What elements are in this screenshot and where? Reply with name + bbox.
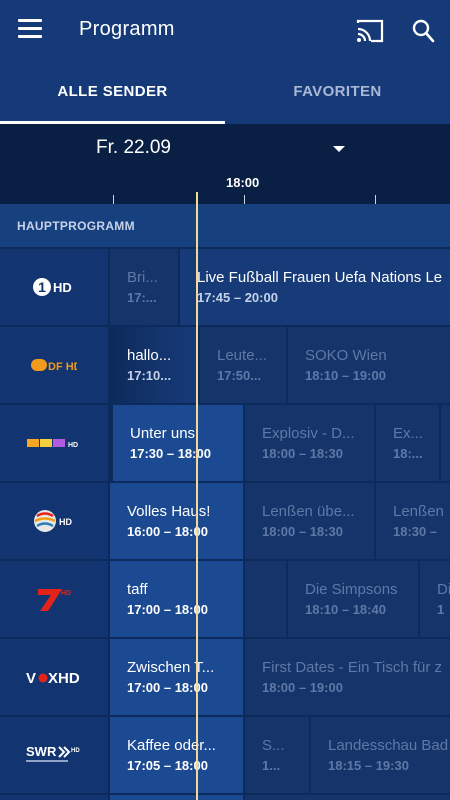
page-title: Programm: [79, 18, 175, 40]
program-cell[interactable]: Lenßen 18:30 –: [376, 483, 450, 559]
channel-row: 1 HD Bri... 17:... Live Fußball Frauen U…: [0, 249, 450, 325]
svg-text:DF HD: DF HD: [48, 361, 77, 373]
svg-text:HD: HD: [59, 517, 72, 527]
tab-alle-sender[interactable]: ALLE SENDER: [0, 62, 225, 124]
svg-text:HD: HD: [68, 442, 78, 449]
chevron-down-icon[interactable]: [333, 146, 345, 152]
section-label: HAUPTPROGRAMM: [17, 219, 135, 233]
now-indicator-line: [196, 192, 198, 800]
program-cell[interactable]: Unter uns 17:30 – 18:00: [113, 405, 243, 481]
program-cell[interactable]: Live Fußball Frauen Uefa Nations Le 17:4…: [180, 249, 450, 325]
program-cell[interactable]: S... 1...: [245, 717, 309, 793]
program-cell[interactable]: [245, 561, 286, 637]
channel-row: [0, 795, 450, 800]
program-cell[interactable]: taff 17:00 – 18:00: [110, 561, 243, 637]
das-erste-logo: 1 HD: [33, 278, 72, 296]
program-cell[interactable]: First Dates - Ein Tisch für z 18:00 – 19…: [245, 639, 450, 715]
vox-logo: V XHD: [26, 670, 80, 685]
program-cell[interactable]: Lenßen übe... 18:00 – 18:30: [245, 483, 374, 559]
program-cell[interactable]: SOKO Wien 18:10 – 19:00: [288, 327, 450, 403]
time-tick: [244, 195, 245, 204]
search-icon[interactable]: [411, 18, 435, 44]
svg-text:XHD: XHD: [48, 670, 80, 685]
cast-icon[interactable]: [356, 19, 384, 43]
channel-logo-swr[interactable]: SWR HD: [0, 717, 108, 793]
zdf-logo: DF HD: [31, 359, 77, 373]
svg-text:HD: HD: [71, 748, 80, 754]
channel-row: HD Volles Haus! 16:00 – 18:00 Lenßen übe…: [0, 483, 450, 559]
date-selector[interactable]: Fr. 22.09: [96, 137, 171, 159]
section-header: HAUPTPROGRAMM: [0, 204, 450, 247]
channel-logo[interactable]: [0, 795, 108, 800]
channel-row: SWR HD Kaffee oder... 17:05 – 18:00 S...…: [0, 717, 450, 793]
program-cell[interactable]: Kaffee oder... 17:05 – 18:00: [110, 717, 243, 793]
program-cell[interactable]: hallo... 17:10...: [110, 327, 196, 403]
channel-row: HD taff 17:00 – 18:00 Die Simpsons 18:10…: [0, 561, 450, 637]
sat1-logo: HD: [34, 510, 72, 532]
program-cell[interactable]: Ex... 18:...: [376, 405, 439, 481]
channel-logo-sat1[interactable]: HD: [0, 483, 108, 559]
program-cell[interactable]: Zwischen T... 17:00 – 18:00: [110, 639, 243, 715]
svg-text:HD: HD: [61, 590, 71, 597]
channel-logo-rtl[interactable]: HD: [0, 405, 108, 481]
channel-row: HD Unter uns 17:30 – 18:00 Explosiv - D.…: [0, 405, 450, 481]
program-cell[interactable]: Bri... 17:...: [110, 249, 178, 325]
date-bar: Fr. 22.09 18:00: [0, 124, 450, 204]
time-tick: [113, 195, 114, 204]
program-cell[interactable]: Volles Haus! 16:00 – 18:00: [110, 483, 243, 559]
tab-bar: ALLE SENDER FAVORITEN: [0, 62, 450, 124]
channel-logo-zdf[interactable]: DF HD: [0, 327, 108, 403]
svg-text:SWR: SWR: [26, 744, 57, 759]
app-bar: Programm: [0, 0, 450, 62]
menu-icon[interactable]: [18, 19, 42, 43]
prosieben-logo: HD: [38, 589, 71, 611]
swr-logo: SWR HD: [26, 744, 80, 762]
program-cell[interactable]: Explosiv - D... 18:00 – 18:30: [245, 405, 374, 481]
channel-logo-vox[interactable]: V XHD: [0, 639, 108, 715]
program-cell[interactable]: Die Simpsons 18:10 – 18:40: [288, 561, 418, 637]
time-tick: [375, 195, 376, 204]
svg-text:HD: HD: [53, 280, 72, 295]
program-cell[interactable]: Landesschau Bad 18:15 – 19:30: [311, 717, 450, 793]
rtl-logo: HD: [27, 439, 78, 449]
channel-logo-das-erste[interactable]: 1 HD: [0, 249, 108, 325]
channel-row: DF HD hallo... 17:10... Leute... 17:50..…: [0, 327, 450, 403]
time-label: 18:00: [226, 175, 260, 190]
program-cell[interactable]: [245, 795, 450, 800]
svg-text:V: V: [26, 670, 36, 685]
channel-logo-prosieben[interactable]: HD: [0, 561, 108, 637]
program-cell[interactable]: [441, 405, 450, 481]
channel-row: V XHD Zwischen T... 17:00 – 18:00 First …: [0, 639, 450, 715]
svg-text:1: 1: [38, 279, 46, 295]
program-cell[interactable]: Leute... 17:50...: [200, 327, 286, 403]
tab-favoriten[interactable]: FAVORITEN: [225, 62, 450, 124]
program-cell[interactable]: Di 1: [420, 561, 450, 637]
program-cell[interactable]: [110, 795, 243, 800]
